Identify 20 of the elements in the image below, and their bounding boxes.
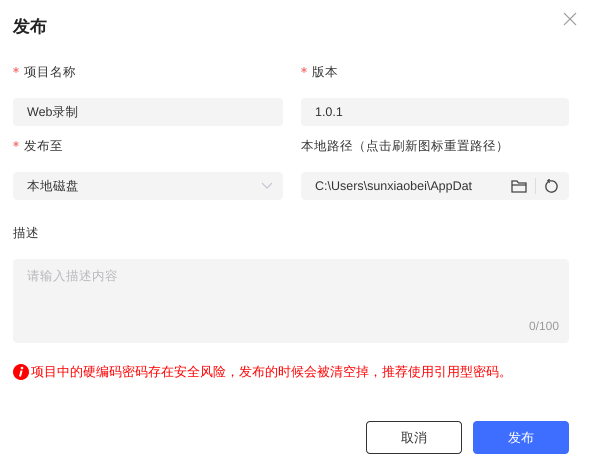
close-icon[interactable] [563, 12, 577, 26]
input-field[interactable]: Web录制 [13, 98, 283, 126]
cancel-button[interactable]: 取消 [366, 421, 462, 454]
field-label: 描述 [13, 224, 39, 242]
warning-message: 项目中的硬编码密码存在安全风险，发布的时候会被清空掉，推荐使用引用型密码。 [31, 363, 512, 381]
input-field[interactable]: 1.0.1 [301, 98, 569, 126]
refresh-icon[interactable] [544, 178, 559, 194]
publish-button[interactable]: 发布 [473, 421, 569, 454]
select-field[interactable]: 本地磁盘 [13, 172, 283, 200]
field-label: 本地路径（点击刷新图标重置路径） [301, 138, 509, 154]
chevron-down-icon [261, 182, 273, 190]
dialog-title: 发布 [13, 16, 47, 38]
field-label: 版本 [312, 64, 338, 80]
placeholder-text: 请输入描述内容 [27, 269, 118, 283]
info-icon [13, 364, 29, 380]
character-counter: 0/100 [528, 319, 559, 333]
path-field[interactable]: C:\Users\sunxiaobei\AppDat [301, 172, 569, 200]
field-label: 项目名称 [24, 64, 76, 80]
field-label: 发布至 [24, 138, 63, 154]
folder-icon[interactable] [511, 179, 527, 193]
